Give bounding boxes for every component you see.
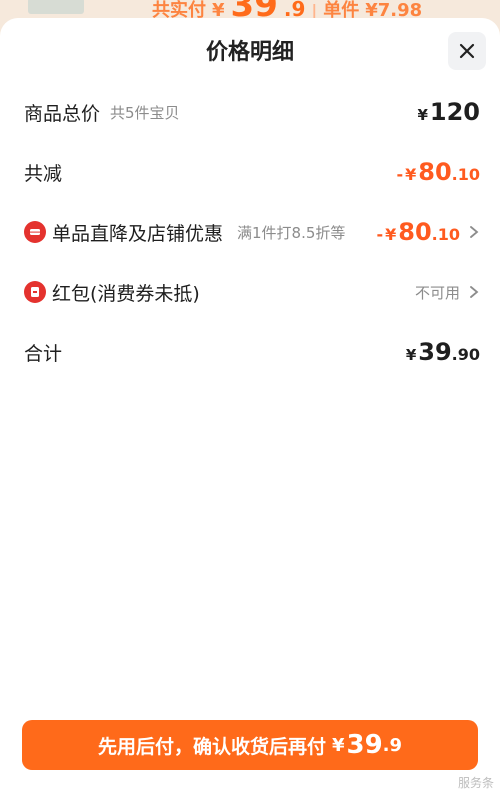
row-label: 单品直降及店铺优惠 (52, 222, 224, 245)
amount-integer: 39 (230, 0, 278, 25)
row-label: 红包(消费券未抵) (52, 282, 200, 305)
price-total: ¥ 120 (417, 98, 480, 126)
row-sub: 满1件打8.5折等 (237, 223, 346, 242)
price-grand-total: ¥ 39 .90 (406, 338, 480, 366)
close-button[interactable] (448, 32, 486, 70)
row-grand-total: 合计 ¥ 39 .90 (24, 336, 480, 368)
price-integer: 80 (398, 218, 432, 246)
row-label: 合计 (24, 342, 63, 365)
minus-sign: - (396, 165, 404, 184)
price-integer: 39 (418, 338, 452, 366)
sheet-title: 价格明细 (205, 40, 294, 65)
currency-symbol: ¥ (385, 225, 397, 244)
pay-later-button[interactable]: 先用后付，确认收货后再付 ¥ 39 .9 (22, 720, 478, 770)
status-unavailable: 不可用 (414, 283, 460, 302)
row-label: 商品总价 (24, 102, 101, 125)
row-red-packet[interactable]: 红包(消费券未抵) 不可用 (24, 276, 480, 308)
background-price: 共实付 ¥ 39 .9 | 单件 ¥7.98 (152, 0, 422, 25)
discount-icon (24, 221, 46, 243)
price-decimal: .10 (451, 165, 480, 184)
row-sub: 共5件宝贝 (110, 103, 180, 122)
price-decimal: .90 (451, 345, 480, 364)
discount-glyph-icon (30, 229, 40, 235)
chevron-right-icon (468, 226, 480, 238)
currency-symbol: ¥ (331, 734, 345, 756)
product-thumbnail (28, 0, 84, 14)
row-shop-discount[interactable]: 单品直降及店铺优惠 满1件打8.5折等 - ¥ 80 .10 (24, 216, 480, 248)
watermark: 服务条 (457, 776, 494, 790)
amount-decimal: .9 (382, 734, 403, 756)
cta-text: 先用后付，确认收货后再付 (97, 735, 326, 758)
price-discount: - ¥ 80 .10 (396, 158, 480, 186)
red-packet-glyph-icon (31, 287, 39, 297)
close-icon (459, 43, 475, 59)
minus-sign: - (376, 225, 384, 244)
currency-symbol: ¥ (417, 106, 428, 124)
currency-symbol: ¥ (405, 346, 417, 364)
chevron-right-icon (468, 286, 480, 298)
row-total-discount: 共减 - ¥ 80 .10 (24, 156, 480, 188)
price-integer: 80 (418, 158, 452, 186)
row-label: 共减 (24, 162, 63, 185)
price-decimal: .10 (431, 225, 460, 244)
price-detail-sheet: 价格明细 商品总价 共5件宝贝 ¥ 120 共减 - ¥ 80 .10 单品直降… (0, 18, 500, 791)
price-shop-discount: - ¥ 80 .10 (376, 218, 460, 246)
price-integer: 120 (429, 98, 480, 126)
currency-symbol: ¥ (405, 165, 417, 184)
row-total-goods: 商品总价 共5件宝贝 ¥ 120 (24, 96, 480, 128)
amount-integer: 39 (346, 730, 383, 760)
red-packet-icon (24, 281, 46, 303)
